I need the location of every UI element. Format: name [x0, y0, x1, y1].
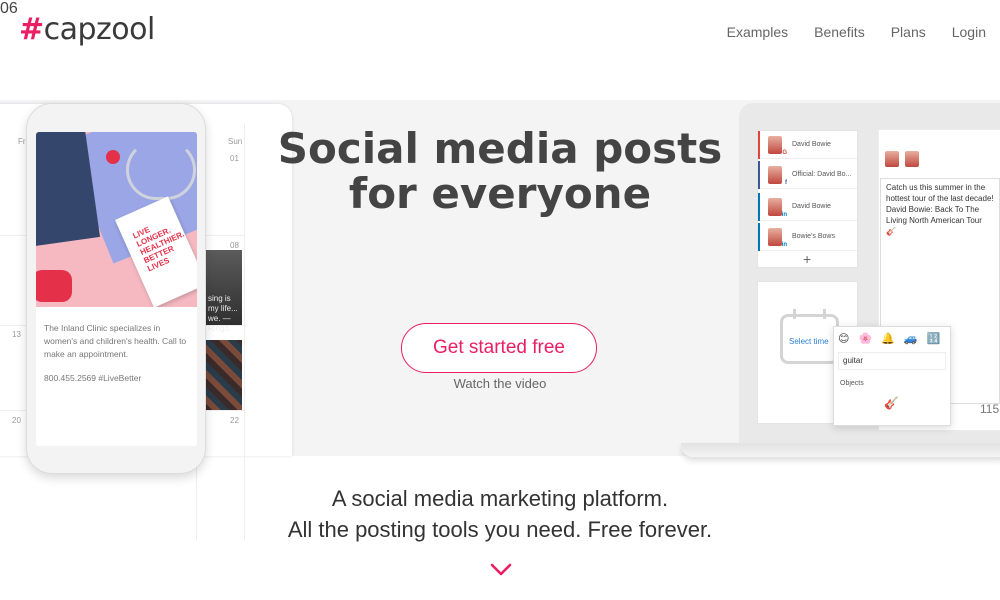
calendar-post-thumbnail [204, 340, 242, 410]
watch-video-link: Watch the video [0, 376, 1000, 391]
post-caption: The Inland Clinic specializes in women's… [44, 323, 187, 359]
emoji-tab[interactable]: 🔔 [881, 332, 895, 345]
add-account-icon[interactable]: + [803, 251, 811, 267]
tagline-line1: A social media marketing platform. [331, 486, 669, 511]
emoji-category-tabs: 😊 🌸 🔔 🚙 🔢 [838, 332, 940, 345]
account-item[interactable]: in Bowie's Bows [758, 223, 857, 251]
nav-examples[interactable]: Examples [727, 24, 788, 40]
emoji-tab[interactable]: 😊 [838, 332, 849, 345]
calendar-day: 20 [12, 416, 21, 425]
nav-login[interactable]: Login [952, 24, 986, 40]
calendar-day: 08 [230, 241, 239, 250]
chevron-down-icon[interactable] [489, 562, 513, 578]
calendar-post-thumbnail: sing is my life... we. —Ringo [204, 250, 242, 333]
select-time-link[interactable]: Select time [789, 337, 829, 346]
emoji-tab[interactable]: 🚙 [904, 332, 918, 345]
emoji-tab[interactable]: 🌸 [858, 332, 872, 345]
top-nav: Examples Benefits Plans Login [727, 24, 986, 40]
emoji-tab[interactable]: 🔢 [927, 332, 941, 345]
nav-benefits[interactable]: Benefits [814, 24, 865, 40]
logo-text: capzool [43, 12, 156, 47]
watch-video-text[interactable]: Watch the video [454, 376, 547, 391]
emoji-result[interactable]: 🎸 [884, 396, 899, 410]
calendar-day: 22 [230, 416, 239, 425]
capzool-logo[interactable]: #capzool [19, 12, 155, 47]
hero-title-line1: Social media posts [277, 124, 723, 173]
emoji-search-input[interactable]: guitar [838, 352, 946, 370]
logo-hash: # [19, 12, 44, 47]
hero-title: Social media posts for everyone [0, 126, 1000, 216]
get-started-button[interactable]: Get started free [401, 323, 597, 373]
hero-title-line2: for everyone [348, 169, 652, 218]
character-count: 115 [980, 402, 1000, 416]
calendar-day: 13 [12, 330, 21, 339]
nav-plans[interactable]: Plans [891, 24, 926, 40]
avatar: in [768, 227, 787, 248]
laptop-base [681, 443, 1000, 457]
tagline: A social media marketing platform. All t… [0, 483, 1000, 545]
tagline-line2: All the posting tools you need. Free for… [287, 517, 713, 542]
